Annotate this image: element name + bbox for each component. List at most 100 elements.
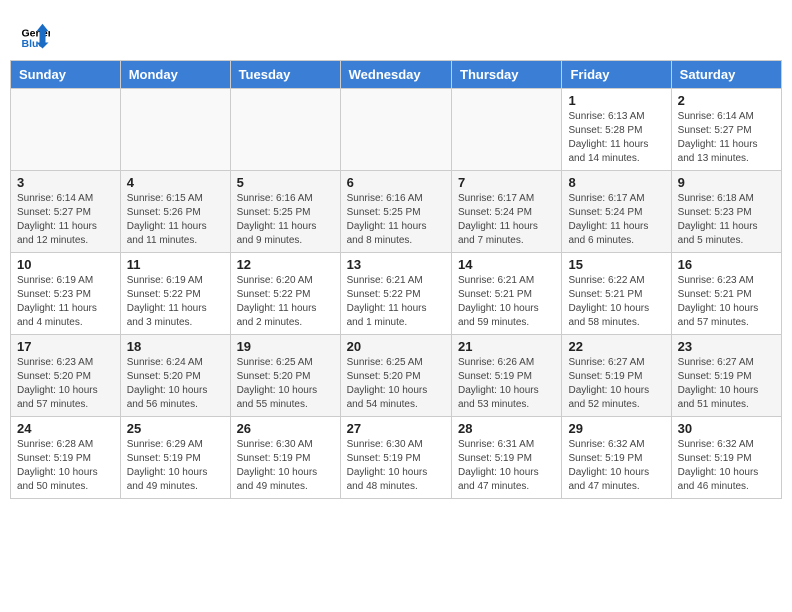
day-number: 29 (568, 421, 664, 436)
day-number: 6 (347, 175, 445, 190)
day-number: 7 (458, 175, 555, 190)
calendar-cell: 9Sunrise: 6:18 AM Sunset: 5:23 PM Daylig… (671, 171, 781, 253)
day-number: 9 (678, 175, 775, 190)
calendar-week-1: 1 Sunrise: 6:13 AM Sunset: 5:28 PM Daylig… (11, 89, 782, 171)
day-info: Sunrise: 6:25 AM Sunset: 5:20 PM Dayligh… (237, 356, 334, 412)
calendar-cell: 30 Sunrise: 6:32 AM Sunset: 5:19 PM Dayli… (671, 417, 781, 499)
day-number: 17 (17, 339, 114, 354)
day-info: Sunrise: 6:21 AM Sunset: 5:22 PM Dayligh… (347, 274, 445, 330)
calendar-header-friday: Friday (562, 61, 671, 89)
calendar-cell (340, 89, 451, 171)
calendar-cell: 13 Sunrise: 6:21 AM Sunset: 5:22 PM Dayli… (340, 253, 451, 335)
calendar-cell: 5 Sunrise: 6:16 AM Sunset: 5:25 PM Daylig… (230, 171, 340, 253)
day-info: Sunrise: 6:23 AM Sunset: 5:21 PM Dayligh… (678, 274, 775, 330)
day-number: 11 (127, 257, 224, 272)
day-number: 28 (458, 421, 555, 436)
calendar-header-thursday: Thursday (452, 61, 562, 89)
calendar-week-2: 3 Sunrise: 6:14 AM Sunset: 5:27 PM Daylig… (11, 171, 782, 253)
day-info: Sunrise: 6:15 AM Sunset: 5:26 PM Dayligh… (127, 192, 224, 248)
page-header: General Blue (10, 10, 782, 55)
calendar-cell: 12 Sunrise: 6:20 AM Sunset: 5:22 PM Dayli… (230, 253, 340, 335)
day-info: Sunrise: 6:32 AM Sunset: 5:19 PM Dayligh… (678, 438, 775, 494)
calendar-table: SundayMondayTuesdayWednesdayThursdayFrid… (10, 60, 782, 499)
day-number: 30 (678, 421, 775, 436)
day-info: Sunrise: 6:30 AM Sunset: 5:19 PM Dayligh… (237, 438, 334, 494)
day-info: Sunrise: 6:22 AM Sunset: 5:21 PM Dayligh… (568, 274, 664, 330)
calendar-cell: 27Sunrise: 6:30 AM Sunset: 5:19 PM Dayli… (340, 417, 451, 499)
calendar-cell (452, 89, 562, 171)
calendar-cell: 25 Sunrise: 6:29 AM Sunset: 5:19 PM Dayli… (120, 417, 230, 499)
day-info: Sunrise: 6:32 AM Sunset: 5:19 PM Dayligh… (568, 438, 664, 494)
day-number: 12 (237, 257, 334, 272)
day-info: Sunrise: 6:20 AM Sunset: 5:22 PM Dayligh… (237, 274, 334, 330)
day-info: Sunrise: 6:28 AM Sunset: 5:19 PM Dayligh… (17, 438, 114, 494)
calendar-cell (11, 89, 121, 171)
day-number: 20 (347, 339, 445, 354)
calendar-cell: 8 Sunrise: 6:17 AM Sunset: 5:24 PM Daylig… (562, 171, 671, 253)
calendar-cell: 6 Sunrise: 6:16 AM Sunset: 5:25 PM Daylig… (340, 171, 451, 253)
calendar-cell: 28 Sunrise: 6:31 AM Sunset: 5:19 PM Dayli… (452, 417, 562, 499)
day-info: Sunrise: 6:17 AM Sunset: 5:24 PM Dayligh… (458, 192, 555, 248)
calendar-cell: 7 Sunrise: 6:17 AM Sunset: 5:24 PM Daylig… (452, 171, 562, 253)
day-info: Sunrise: 6:23 AM Sunset: 5:20 PM Dayligh… (17, 356, 114, 412)
calendar-cell: 22 Sunrise: 6:27 AM Sunset: 5:19 PM Dayli… (562, 335, 671, 417)
day-info: Sunrise: 6:17 AM Sunset: 5:24 PM Dayligh… (568, 192, 664, 248)
day-number: 13 (347, 257, 445, 272)
calendar-cell (120, 89, 230, 171)
logo-icon: General Blue (20, 20, 50, 50)
day-number: 14 (458, 257, 555, 272)
calendar-week-5: 24Sunrise: 6:28 AM Sunset: 5:19 PM Dayli… (11, 417, 782, 499)
calendar-cell: 3 Sunrise: 6:14 AM Sunset: 5:27 PM Daylig… (11, 171, 121, 253)
day-info: Sunrise: 6:26 AM Sunset: 5:19 PM Dayligh… (458, 356, 555, 412)
calendar-cell: 23 Sunrise: 6:27 AM Sunset: 5:19 PM Dayli… (671, 335, 781, 417)
day-number: 19 (237, 339, 334, 354)
day-number: 15 (568, 257, 664, 272)
day-number: 25 (127, 421, 224, 436)
day-number: 1 (568, 93, 664, 108)
calendar-cell: 2 Sunrise: 6:14 AM Sunset: 5:27 PM Daylig… (671, 89, 781, 171)
day-info: Sunrise: 6:25 AM Sunset: 5:20 PM Dayligh… (347, 356, 445, 412)
calendar-cell: 4 Sunrise: 6:15 AM Sunset: 5:26 PM Daylig… (120, 171, 230, 253)
day-info: Sunrise: 6:19 AM Sunset: 5:22 PM Dayligh… (127, 274, 224, 330)
day-info: Sunrise: 6:24 AM Sunset: 5:20 PM Dayligh… (127, 356, 224, 412)
calendar-cell: 24Sunrise: 6:28 AM Sunset: 5:19 PM Dayli… (11, 417, 121, 499)
day-info: Sunrise: 6:21 AM Sunset: 5:21 PM Dayligh… (458, 274, 555, 330)
calendar-week-4: 17 Sunrise: 6:23 AM Sunset: 5:20 PM Dayli… (11, 335, 782, 417)
day-info: Sunrise: 6:14 AM Sunset: 5:27 PM Dayligh… (678, 110, 775, 166)
calendar-cell: 14 Sunrise: 6:21 AM Sunset: 5:21 PM Dayli… (452, 253, 562, 335)
calendar-cell: 17 Sunrise: 6:23 AM Sunset: 5:20 PM Dayli… (11, 335, 121, 417)
day-info: Sunrise: 6:13 AM Sunset: 5:28 PM Dayligh… (568, 110, 664, 166)
calendar-cell: 29 Sunrise: 6:32 AM Sunset: 5:19 PM Dayli… (562, 417, 671, 499)
calendar-cell: 18Sunrise: 6:24 AM Sunset: 5:20 PM Dayli… (120, 335, 230, 417)
day-number: 2 (678, 93, 775, 108)
day-number: 21 (458, 339, 555, 354)
calendar-header-saturday: Saturday (671, 61, 781, 89)
calendar-cell: 21 Sunrise: 6:26 AM Sunset: 5:19 PM Dayli… (452, 335, 562, 417)
day-number: 5 (237, 175, 334, 190)
day-number: 27 (347, 421, 445, 436)
calendar-cell: 26Sunrise: 6:30 AM Sunset: 5:19 PM Dayli… (230, 417, 340, 499)
logo: General Blue (20, 20, 50, 50)
calendar-cell: 1 Sunrise: 6:13 AM Sunset: 5:28 PM Daylig… (562, 89, 671, 171)
day-number: 8 (568, 175, 664, 190)
day-info: Sunrise: 6:16 AM Sunset: 5:25 PM Dayligh… (347, 192, 445, 248)
day-info: Sunrise: 6:29 AM Sunset: 5:19 PM Dayligh… (127, 438, 224, 494)
day-number: 3 (17, 175, 114, 190)
calendar-header-tuesday: Tuesday (230, 61, 340, 89)
calendar-cell: 19 Sunrise: 6:25 AM Sunset: 5:20 PM Dayli… (230, 335, 340, 417)
day-info: Sunrise: 6:27 AM Sunset: 5:19 PM Dayligh… (678, 356, 775, 412)
day-number: 4 (127, 175, 224, 190)
day-info: Sunrise: 6:31 AM Sunset: 5:19 PM Dayligh… (458, 438, 555, 494)
day-number: 22 (568, 339, 664, 354)
day-number: 23 (678, 339, 775, 354)
day-info: Sunrise: 6:16 AM Sunset: 5:25 PM Dayligh… (237, 192, 334, 248)
calendar-header-sunday: Sunday (11, 61, 121, 89)
calendar-cell: 10Sunrise: 6:19 AM Sunset: 5:23 PM Dayli… (11, 253, 121, 335)
calendar-cell: 20 Sunrise: 6:25 AM Sunset: 5:20 PM Dayli… (340, 335, 451, 417)
day-info: Sunrise: 6:27 AM Sunset: 5:19 PM Dayligh… (568, 356, 664, 412)
day-number: 10 (17, 257, 114, 272)
calendar-cell: 11 Sunrise: 6:19 AM Sunset: 5:22 PM Dayli… (120, 253, 230, 335)
day-info: Sunrise: 6:14 AM Sunset: 5:27 PM Dayligh… (17, 192, 114, 248)
calendar-week-3: 10Sunrise: 6:19 AM Sunset: 5:23 PM Dayli… (11, 253, 782, 335)
calendar-header-monday: Monday (120, 61, 230, 89)
